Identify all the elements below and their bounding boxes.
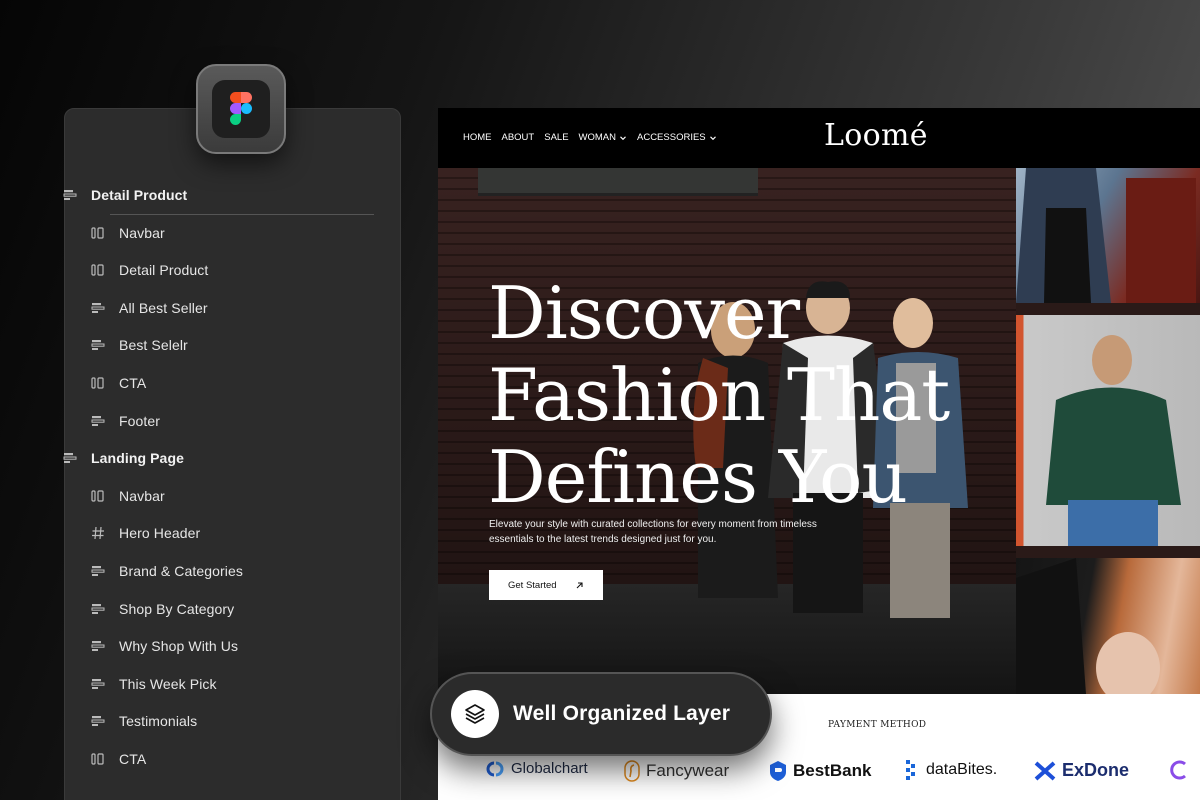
hero-title-line-2: Fashion That	[488, 353, 950, 437]
partial-brand-icon	[1170, 760, 1186, 780]
figma-icon	[212, 80, 270, 138]
layer-item-label: All Best Seller	[119, 299, 208, 316]
frame-icon	[91, 677, 105, 691]
frame-icon	[91, 602, 105, 616]
site-navbar: HOME ABOUT SALE WOMAN ACCESSORIES Loomé	[438, 108, 1200, 168]
layer-item[interactable]: Navbar	[0, 481, 337, 511]
chevron-down-icon	[620, 135, 626, 140]
figma-logo-badge	[196, 64, 286, 154]
nav-link-about[interactable]: ABOUT	[502, 132, 535, 143]
layer-item[interactable]: CTA	[0, 368, 337, 398]
layer-item-label: CTA	[119, 375, 147, 391]
layer-item-label: Shop By Category	[119, 600, 235, 617]
databites-icon	[906, 760, 915, 780]
brand-fancywear: Fancywear	[624, 760, 729, 782]
arrow-up-right-icon	[576, 581, 583, 588]
component-icon	[91, 263, 105, 277]
exdone-icon	[1034, 761, 1056, 780]
nav-link-sale[interactable]: SALE	[544, 132, 568, 143]
get-started-label: Get Started	[508, 579, 557, 591]
nav-link-accessories-label: ACCESSORIES	[637, 132, 706, 143]
layers-icon	[451, 690, 499, 738]
hero-title-line-1: Discover	[488, 271, 800, 355]
frame-icon	[91, 714, 105, 728]
layer-item[interactable]: All Best Seller	[0, 293, 337, 323]
brand-bestbank: BestBank	[769, 760, 871, 782]
layer-item-label: Brand & Categories	[119, 563, 243, 579]
chevron-down-icon	[709, 135, 716, 140]
brand-bestbank-label: BestBank	[793, 761, 872, 780]
layer-item[interactable]: This Week Pick	[0, 669, 337, 699]
component-icon	[91, 752, 105, 766]
frame-icon	[63, 451, 77, 465]
layer-item[interactable]: Hero Header	[0, 518, 337, 548]
nav-link-home[interactable]: HOME	[463, 132, 492, 143]
gallery-photo-sweater	[1016, 315, 1200, 546]
layer-item[interactable]: Footer	[0, 406, 337, 436]
layer-item-label: Footer	[119, 412, 161, 429]
brand-databites: dataBites.	[906, 760, 997, 780]
nav-links: HOME ABOUT SALE WOMAN ACCESSORIES	[463, 132, 717, 143]
frame-icon	[91, 639, 105, 653]
component-icon	[91, 376, 105, 390]
layer-item[interactable]: Best Selelr	[0, 330, 337, 360]
bestbank-icon	[770, 761, 786, 781]
layer-item[interactable]: Shop By Category	[0, 594, 337, 624]
hero-title: Discover Fashion That Defines You	[488, 271, 950, 519]
badge-label: Well Organized Layer	[513, 702, 731, 725]
component-icon	[91, 489, 105, 503]
hash-icon	[91, 526, 105, 540]
layer-item-label: Navbar	[119, 224, 165, 241]
globalchart-icon	[486, 761, 504, 776]
layer-item[interactable]: Brand & Categories	[0, 556, 337, 586]
layer-item[interactable]: Why Shop With Us	[0, 631, 337, 661]
payment-method-title: PAYMENT METHOD	[828, 720, 927, 730]
gallery-separator	[1016, 546, 1200, 558]
layer-item[interactable]: Detail Product	[0, 255, 337, 285]
nav-link-woman[interactable]: WOMAN	[579, 132, 627, 143]
layer-item[interactable]: CTA	[0, 744, 337, 774]
layer-group-0[interactable]: Detail Product	[0, 180, 337, 210]
nav-link-woman-label: WOMAN	[578, 132, 616, 143]
hero-background-window	[478, 168, 758, 196]
layer-item-label: Testimonials	[119, 713, 198, 730]
layer-group-1[interactable]: Landing Page	[0, 443, 337, 473]
gallery-photo-hair	[1016, 558, 1200, 694]
get-started-button[interactable]: Get Started	[489, 570, 603, 600]
layer-item-label: This Week Pick	[119, 675, 217, 692]
layer-divider	[110, 214, 374, 215]
layer-item-label: Detail Product	[119, 262, 209, 279]
layer-group-label: Landing Page	[91, 450, 184, 467]
well-organized-layer-badge: Well Organized Layer	[430, 672, 772, 756]
layer-item-label: Hero Header	[119, 525, 201, 542]
gallery-photo-denim	[1016, 168, 1200, 303]
brand-logo[interactable]: Loomé	[824, 118, 928, 153]
brand-globalchart-label: Globalchart	[511, 760, 588, 777]
layer-item-label: Navbar	[119, 487, 165, 504]
hero-title-line-3: Defines You	[488, 435, 908, 519]
layer-item-label: Why Shop With Us	[119, 638, 239, 655]
layer-group-label: Detail Product	[91, 187, 188, 203]
brand-exdone: ExDone	[1034, 760, 1129, 781]
frame-icon	[91, 301, 105, 315]
layer-item-label: Best Selelr	[119, 337, 188, 354]
fancywear-icon	[624, 760, 640, 782]
frame-icon	[63, 188, 77, 202]
gallery-separator	[1016, 303, 1200, 315]
layer-item[interactable]: Testimonials	[0, 706, 337, 736]
brand-partial-logo	[1170, 760, 1190, 780]
nav-link-accessories[interactable]: ACCESSORIES	[637, 132, 717, 143]
layer-item[interactable]: Navbar	[0, 218, 337, 248]
component-icon	[91, 226, 105, 240]
frame-icon	[91, 338, 105, 352]
brand-databites-label: dataBites.	[926, 761, 998, 778]
brand-globalchart: Globalchart	[485, 760, 588, 777]
hero-subtitle: Elevate your style with curated collecti…	[489, 519, 817, 545]
brand-fancywear-label: Fancywear	[646, 761, 730, 780]
frame-icon	[91, 564, 105, 578]
layer-item-label: CTA	[119, 751, 147, 767]
hero-section: Discover Fashion That Defines You Elevat…	[438, 168, 1016, 694]
brand-exdone-label: ExDone	[1062, 760, 1130, 780]
frame-icon	[91, 414, 105, 428]
